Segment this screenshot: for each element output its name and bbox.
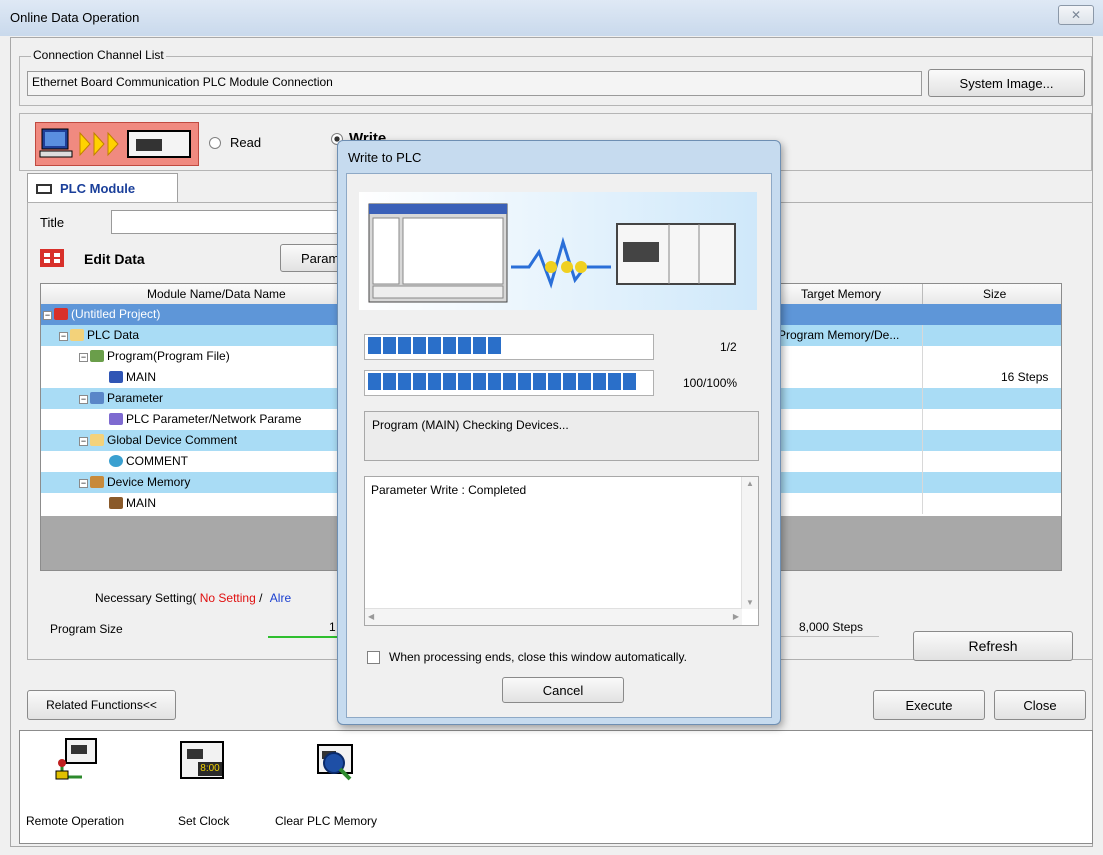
no-setting-label: No Setting [199,591,256,605]
remote-operation-label: Remote Operation [26,814,125,828]
header-target[interactable]: Target Memory [801,287,881,301]
title-input[interactable] [111,210,351,234]
auto-close-label: When processing ends, close this window … [389,650,687,664]
write-to-plc-dialog: Write to PLC 1/2 100/100% Program (MAIN)… [337,140,781,725]
project-icon [54,308,68,320]
system-image-button[interactable]: System Image... [928,69,1085,97]
log-horizontal-scrollbar[interactable]: ◀ ▶ [365,608,742,625]
parameter-icon [109,413,123,425]
device-memory-icon [109,497,123,509]
log-box: Parameter Write : Completed ▲ ▼ ◀ ▶ [364,476,759,626]
clear-plc-memory-label: Clear PLC Memory [275,814,378,828]
program-file-icon [109,371,123,383]
close-button[interactable]: Close [994,690,1086,720]
cancel-button[interactable]: Cancel [502,677,624,703]
clear-plc-memory-icon [317,744,353,781]
slash: / [255,591,263,605]
program-capacity: 8,000 Steps [799,620,864,634]
progress-fill-percent [368,373,650,391]
close-icon: ✕ [1070,8,1082,22]
folder-icon [70,329,84,341]
window-title: Online Data Operation [10,10,140,25]
parameter-folder-icon [90,392,104,404]
read-option[interactable]: Read [209,135,261,150]
dialog-client: 1/2 100/100% Program (MAIN) Checking Dev… [346,173,772,718]
comment-folder-icon [90,434,104,446]
auto-close-checkbox[interactable] [367,650,380,664]
clock-display: 8:00 [198,762,222,776]
program-size-bar [268,636,338,638]
dialog-title: Write to PLC [348,150,422,165]
window-close-button[interactable]: ✕ [1058,5,1094,25]
scroll-up-icon[interactable]: ▲ [746,479,754,488]
scroll-down-icon[interactable]: ▼ [746,598,754,607]
title-bar: Online Data Operation ✕ [0,0,1103,36]
program-folder-icon [90,350,104,362]
related-functions-button[interactable]: Related Functions<< [27,690,176,720]
progress-fill-files [368,337,650,355]
device-memory-folder-icon [90,476,104,488]
progress-bar-files [364,334,654,360]
progress-bar-percent [364,370,654,396]
write-illustration [359,192,757,310]
remote-operation-icon [55,738,97,780]
edit-data-label: Edit Data [84,251,145,267]
connection-channel-field: Ethernet Board Communication PLC Module … [27,71,922,96]
related-functions-panel: Remote Operation 8:00 Set Clock Clear PL… [19,730,1093,844]
connection-group-label: Connection Channel List [31,48,166,62]
edit-data-icon [40,249,64,267]
plc-module-icon [36,183,52,194]
clear-plc-memory-item[interactable]: Clear PLC Memory [272,737,402,837]
title-label: Title [40,215,65,230]
progress-files-label: 1/2 [720,340,737,354]
set-clock-item[interactable]: 8:00 Set Clock [170,737,250,837]
refresh-button[interactable]: Refresh [913,631,1073,661]
comment-icon [109,455,123,467]
program-size-value: 1 [329,620,336,634]
header-size[interactable]: Size [983,287,1006,301]
set-clock-label: Set Clock [178,814,230,828]
necessary-setting-legend: Necessary Setting( No Setting / Alre [95,591,291,605]
plc-connection-illustration [35,122,199,166]
auto-close-option[interactable]: When processing ends, close this window … [367,650,687,664]
program-size-label: Program Size [50,622,123,636]
necessary-prefix: Necessary Setting( [95,591,197,605]
progress-percent-label: 100/100% [683,376,738,390]
scroll-right-icon[interactable]: ▶ [733,612,739,621]
tab-plc-module-label: PLC Module [60,181,136,196]
read-label: Read [230,135,262,150]
read-radio[interactable] [209,136,221,149]
header-name[interactable]: Module Name/Data Name [147,287,286,301]
tab-plc-module[interactable]: PLC Module [27,173,178,203]
set-clock-icon: 8:00 [180,741,224,779]
already-label: Alre [269,591,292,605]
remote-operation-item[interactable]: Remote Operation [24,737,144,837]
capacity-underline [781,636,879,637]
execute-button[interactable]: Execute [873,690,985,720]
log-text: Parameter Write : Completed [371,483,527,497]
status-box: Program (MAIN) Checking Devices... [364,411,759,461]
log-vertical-scrollbar[interactable]: ▲ ▼ [741,477,758,609]
scroll-left-icon[interactable]: ◀ [368,612,374,621]
